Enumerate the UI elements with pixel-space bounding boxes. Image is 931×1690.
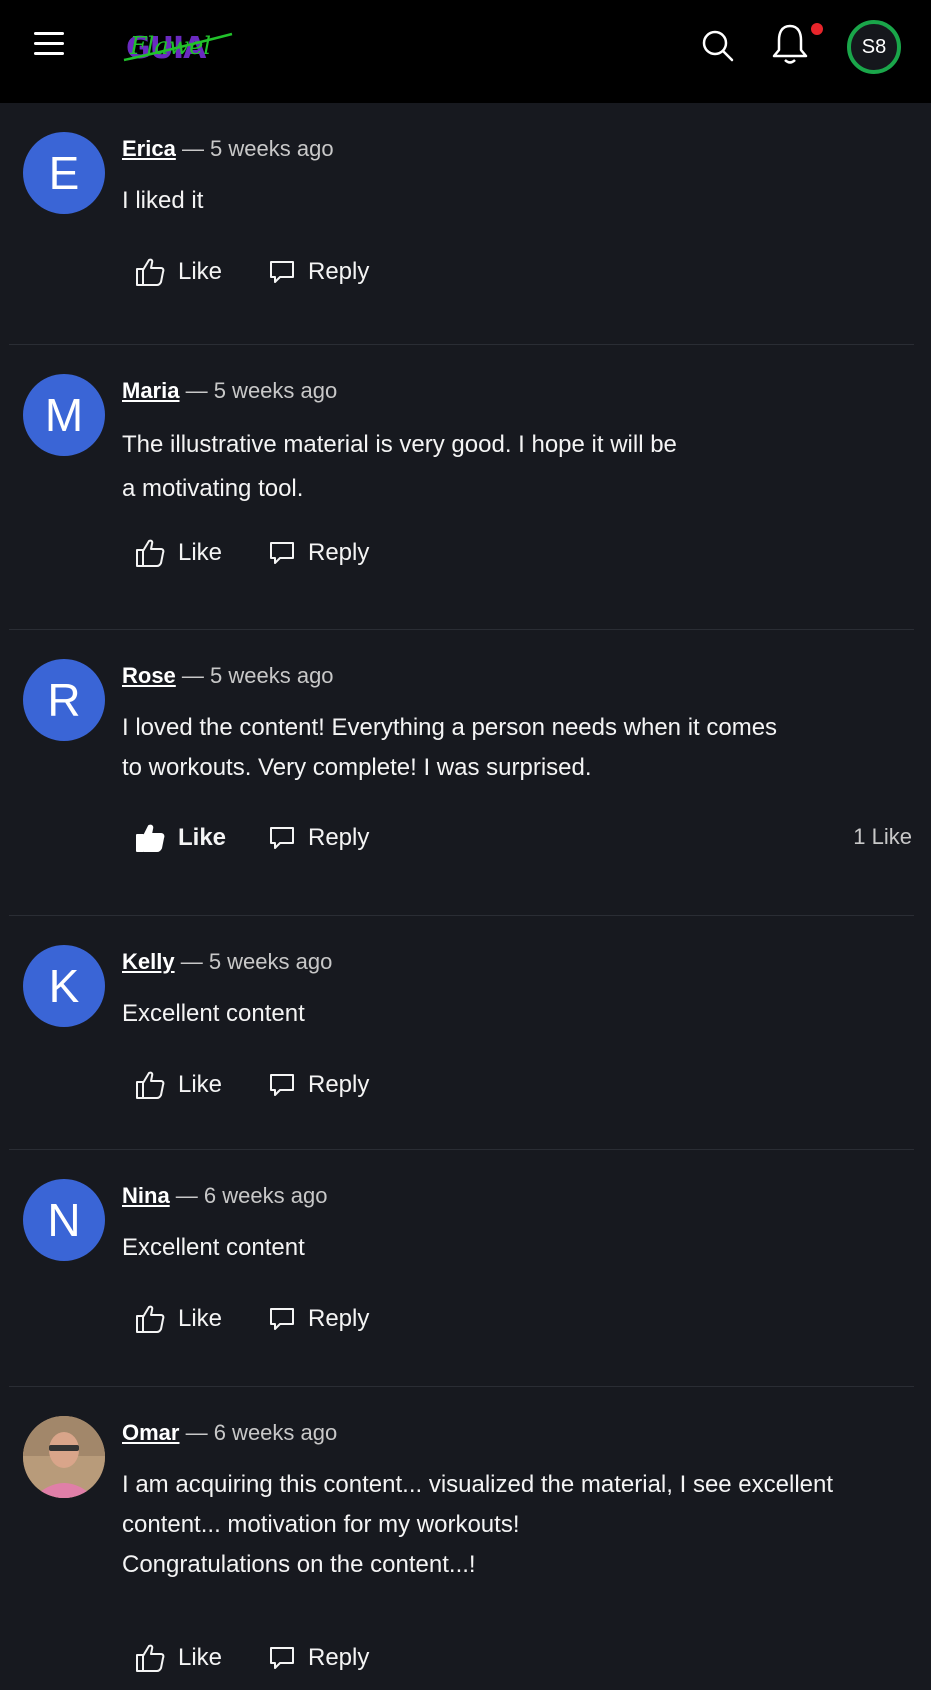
speech-bubble-icon [268,1305,308,1333]
comment-timestamp: — 6 weeks ago [179,1420,338,1445]
comment-text-line: I am acquiring this content... visualize… [122,1471,834,1498]
comment-author-link[interactable]: Omar [122,1420,179,1445]
reply-button[interactable]: Reply [268,1301,369,1337]
like-label: Like [178,1305,223,1332]
speech-bubble-icon [268,1644,308,1672]
speech-bubble-icon [268,258,308,286]
comment-item: R Rose — 5 weeks ago I loved the content! … [9,630,914,916]
comment-author-link[interactable]: Erica [122,136,176,161]
comment-header: Kelly — 5 weeks ago [122,949,332,975]
like-label: Like [178,1644,223,1671]
comment-author-link[interactable]: Rose [122,663,176,688]
comment-actions: Like Reply [122,1301,912,1337]
reply-label: Reply [308,1644,370,1671]
comment-author-link[interactable]: Maria [122,378,179,403]
comment-text: I liked it [122,181,882,221]
like-label: Like [178,539,223,566]
speech-bubble-icon [268,1071,308,1099]
comment-avatar[interactable]: N [23,1179,105,1261]
thumbs-up-icon [134,1304,178,1334]
comment-text-line: I loved the content! Everything a person… [122,714,778,741]
comment-item: N Nina — 6 weeks ago Excellent content Lik… [9,1150,914,1387]
reply-label: Reply [308,824,370,851]
comment-actions: Like Reply 1 Like [122,820,912,856]
like-button[interactable]: Like [134,535,222,571]
comment-author-link[interactable]: Nina [122,1183,170,1208]
comment-item: K Kelly — 5 weeks ago Excellent content Li… [9,916,914,1150]
like-label: Like [178,824,227,851]
like-button[interactable]: Like [134,1301,222,1337]
thumbs-up-icon [134,538,178,568]
notification-badge [811,23,823,35]
comment-text-line: I liked it [122,187,204,214]
comment-text: Excellent content [122,994,882,1034]
comment-text: I loved the content! Everything a person… [122,708,882,788]
comment-text-line: Excellent content [122,1000,305,1027]
user-avatar[interactable]: S8 [847,20,901,74]
thumbs-up-filled-icon [134,823,178,853]
comment-actions: Like Reply [122,1067,912,1103]
comment-timestamp: — 6 weeks ago [169,1183,328,1208]
comment-timestamp: — 5 weeks ago [174,949,333,974]
reply-button[interactable]: Reply [268,254,369,290]
search-icon[interactable] [700,28,736,64]
comment-avatar[interactable] [23,1416,105,1498]
comment-avatar[interactable]: R [23,659,105,741]
comment-item: Omar — 6 weeks ago I am acquiring this co… [9,1387,914,1690]
thumbs-up-icon [134,1070,178,1100]
comment-timestamp: — 5 weeks ago [175,663,334,688]
reply-label: Reply [308,258,370,285]
comment-timestamp: — 5 weeks ago [179,378,338,403]
comment-text: I am acquiring this content... visualize… [122,1465,882,1585]
comment-header: Maria — 5 weeks ago [122,378,337,404]
comment-text: Excellent content [122,1228,882,1268]
comment-item: M Maria — 5 weeks ago The illustrative mat… [9,345,914,630]
comment-timestamp: — 5 weeks ago [175,136,334,161]
comment-avatar[interactable]: K [23,945,105,1027]
comment-text-line: Excellent content [122,1234,305,1261]
comment-avatar[interactable]: M [23,374,105,456]
comment-avatar[interactable]: E [23,132,105,214]
comment-text-line: content... motivation for my workouts! [122,1511,520,1538]
app-logo[interactable]: GUIA Flawel [122,22,252,72]
like-button[interactable]: Like [134,254,222,290]
reply-button[interactable]: Reply [268,820,369,856]
comment-header: Omar — 6 weeks ago [122,1420,337,1446]
comment-actions: Like Reply [122,535,912,571]
comment-header: Erica — 5 weeks ago [122,136,334,162]
like-count[interactable]: 1 Like [853,824,912,850]
speech-bubble-icon [268,824,308,852]
top-bar: GUIA Flawel S8 [0,0,931,103]
comment-header: Nina — 6 weeks ago [122,1183,327,1209]
speech-bubble-icon [268,539,308,567]
like-label: Like [178,1071,223,1098]
reply-label: Reply [308,1305,370,1332]
hamburger-menu-icon[interactable] [34,30,70,58]
comment-item: E Erica — 5 weeks ago I liked it Like Repl… [9,103,914,345]
comment-text-line: to workouts. Very complete! I was surpri… [122,754,592,781]
reply-button[interactable]: Reply [268,1640,369,1676]
like-label: Like [178,258,223,285]
comment-text-line: a motivating tool. [122,475,304,502]
comment-author-link[interactable]: Kelly [122,949,175,974]
like-button[interactable]: Like [134,1067,222,1103]
bell-icon[interactable] [770,22,810,66]
reply-button[interactable]: Reply [268,535,369,571]
comment-actions: Like Reply [122,254,912,290]
comment-text-line: Congratulations on the content...! [122,1551,476,1578]
like-button[interactable]: Like [134,1640,222,1676]
like-button[interactable]: Like [134,820,226,856]
comment-actions: Like Reply [122,1640,912,1676]
thumbs-up-icon [134,257,178,287]
reply-label: Reply [308,539,370,566]
comment-text-line: The illustrative material is very good. … [122,431,677,458]
reply-label: Reply [308,1071,370,1098]
comment-header: Rose — 5 weeks ago [122,663,334,689]
thumbs-up-icon [134,1643,178,1673]
reply-button[interactable]: Reply [268,1067,369,1103]
comment-text: The illustrative material is very good. … [122,423,882,511]
